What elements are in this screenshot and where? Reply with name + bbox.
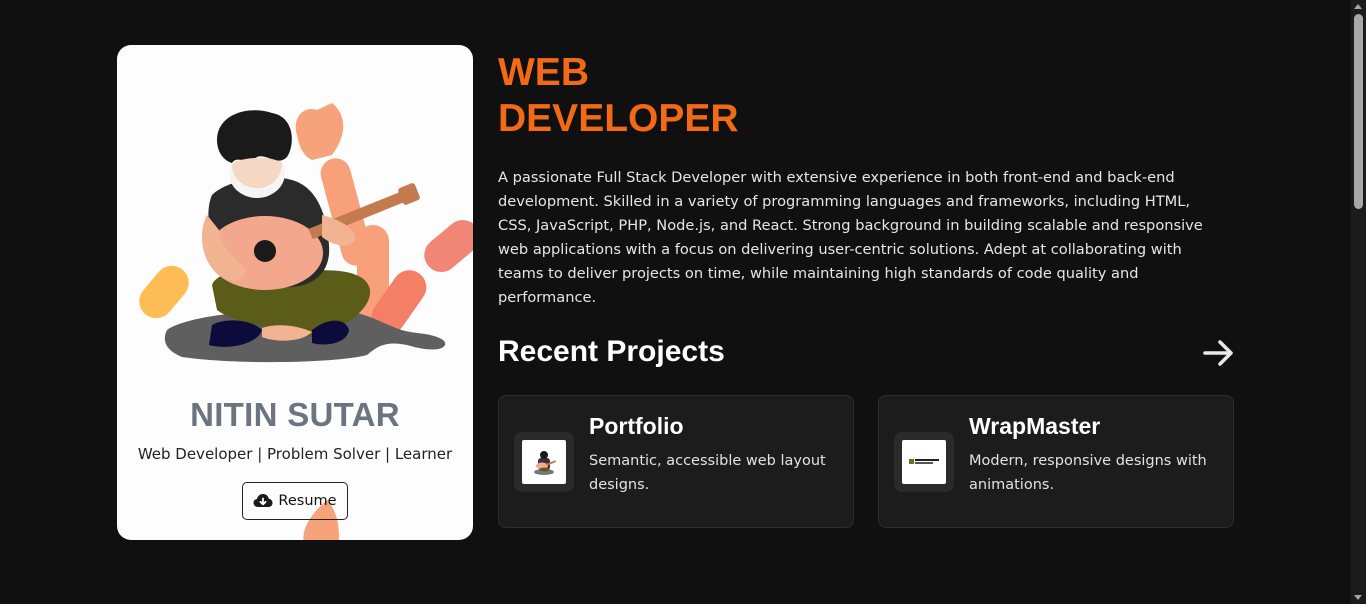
wrapmaster-thumbnail [902,440,946,484]
scroll-up-icon[interactable] [1354,4,1362,9]
profile-card: NITIN SUTAR Web Developer | Problem Solv… [117,45,473,540]
portfolio-thumbnail [522,440,566,484]
project-description: Modern, responsive designs with animatio… [969,453,1207,493]
guitarist-illustration [139,103,473,363]
project-card-portfolio[interactable]: Portfolio Semantic, accessible web layou… [498,395,854,528]
headline-line-1: WEB [498,51,589,94]
project-title: WrapMaster [969,413,1101,439]
cloud-download-icon [253,494,273,507]
scroll-down-icon[interactable] [1354,595,1362,600]
portfolio-page: NITIN SUTAR Web Developer | Problem Solv… [0,0,1366,604]
bio-paragraph: A passionate Full Stack Developer with e… [498,169,1203,306]
profile-name: NITIN SUTAR [190,396,400,433]
project-title: Portfolio [589,413,684,439]
vertical-scrollbar[interactable] [1351,0,1366,604]
recent-projects-title: Recent Projects [498,335,725,368]
headline-line-2: DEVELOPER [498,97,739,140]
project-thumbnail-frame [894,432,954,492]
project-description: Semantic, accessible web layout designs. [589,453,826,493]
project-thumbnail-frame [514,432,574,492]
arrow-right-icon[interactable] [1202,338,1236,368]
resume-label: Resume [278,493,337,509]
profile-tagline: Web Developer | Problem Solver | Learner [137,445,453,463]
scrollbar-thumb[interactable] [1354,14,1363,209]
project-card-wrapmaster[interactable]: WrapMaster Modern, responsive designs wi… [878,395,1234,528]
resume-button[interactable]: Resume [242,482,348,520]
page-title: WEB DEVELOPER [498,50,739,142]
